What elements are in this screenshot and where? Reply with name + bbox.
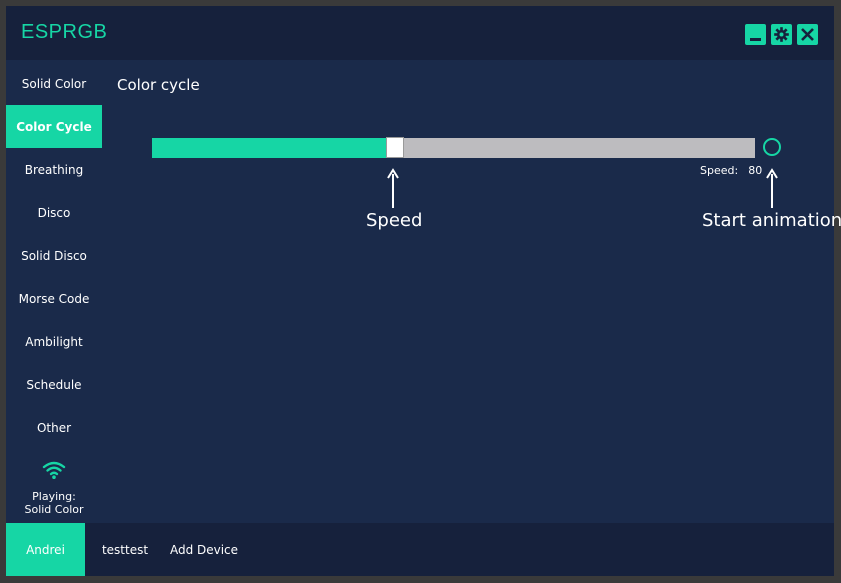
add-device-button[interactable]: Add Device — [169, 523, 239, 576]
playing-status: Playing: Solid Color — [6, 490, 102, 516]
app-window: ESPRGB Solid Color Color Cycle Breathing… — [6, 6, 841, 576]
playing-label: Playing: — [32, 490, 76, 503]
wifi-icon — [42, 461, 66, 479]
speed-value: 80 — [748, 164, 763, 177]
sidebar-item-disco[interactable]: Disco — [6, 191, 102, 234]
speed-readout: Speed: 80 — [700, 164, 762, 177]
sidebar-item-solid-color[interactable]: Solid Color — [6, 62, 102, 105]
settings-button[interactable] — [771, 24, 792, 45]
speed-label: Speed: — [700, 164, 739, 177]
sidebar-item-schedule[interactable]: Schedule — [6, 363, 102, 406]
speed-annotation: Speed — [366, 210, 423, 231]
start-animation-button[interactable] — [763, 138, 781, 156]
gear-icon — [774, 27, 789, 42]
sidebar-item-solid-disco[interactable]: Solid Disco — [6, 234, 102, 277]
playing-value: Solid Color — [24, 503, 84, 516]
tab-testtest[interactable]: testtest — [95, 523, 155, 576]
device-bar: Andrei testtest Add Device — [6, 523, 834, 576]
page-title: Color cycle — [117, 76, 200, 94]
close-icon — [801, 28, 814, 41]
minimize-icon — [750, 38, 761, 41]
close-button[interactable] — [797, 24, 818, 45]
sidebar: Solid Color Color Cycle Breathing Disco … — [6, 62, 102, 523]
tab-andrei[interactable]: Andrei — [6, 523, 85, 576]
speed-slider[interactable] — [152, 137, 755, 158]
sidebar-item-morse-code[interactable]: Morse Code — [6, 277, 102, 320]
speed-slider-fill — [152, 138, 387, 158]
sidebar-item-other[interactable]: Other — [6, 406, 102, 449]
speed-arrow-icon — [387, 168, 399, 208]
sidebar-item-ambilight[interactable]: Ambilight — [6, 320, 102, 363]
minimize-button[interactable] — [745, 24, 766, 45]
start-annotation: Start animation — [702, 210, 841, 231]
title-bar[interactable]: ESPRGB — [6, 6, 834, 60]
sidebar-item-breathing[interactable]: Breathing — [6, 148, 102, 191]
app-title: ESPRGB — [21, 21, 108, 43]
start-arrow-icon — [766, 168, 778, 208]
sidebar-item-color-cycle[interactable]: Color Cycle — [6, 105, 102, 148]
speed-slider-thumb[interactable] — [386, 137, 404, 158]
